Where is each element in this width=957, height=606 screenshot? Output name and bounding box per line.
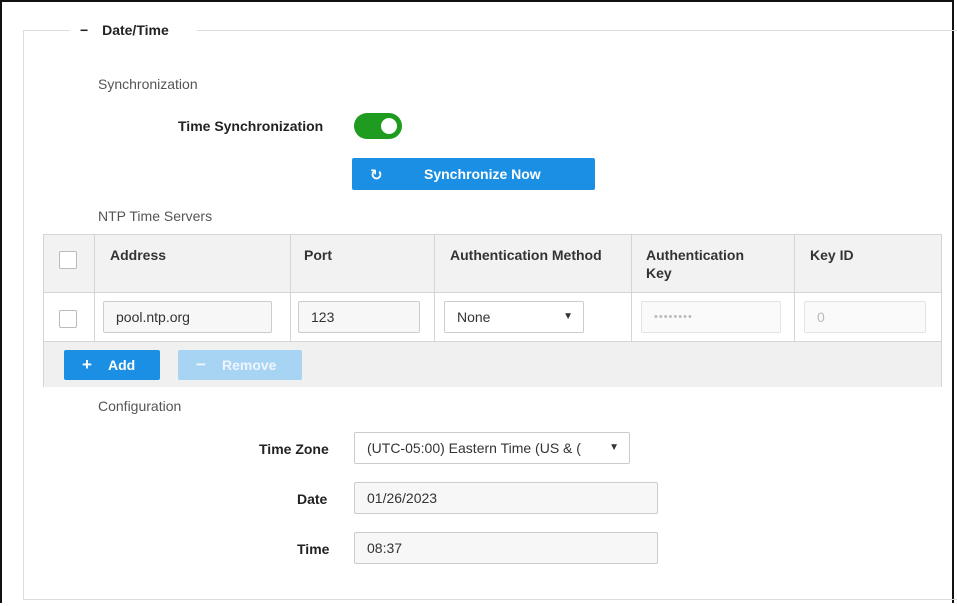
configuration-heading: Configuration [98, 398, 182, 414]
date-label: Date [297, 491, 328, 507]
chevron-down-icon: ▼ [563, 311, 573, 322]
ntp-servers-heading: NTP Time Servers [98, 208, 213, 224]
date-field[interactable]: 01/26/2023 [354, 482, 658, 514]
auth-key-input: •••••••• [641, 301, 781, 333]
time-sync-label: Time Synchronization [178, 118, 324, 134]
auth-method-value: None [457, 309, 491, 325]
section-title: Date/Time [102, 22, 169, 38]
time-sync-toggle[interactable] [354, 113, 402, 139]
table-footer: + Add − Remove [44, 341, 941, 387]
time-zone-label: Time Zone [259, 441, 329, 457]
auth-method-select[interactable]: None ▼ [444, 301, 584, 333]
row-checkbox[interactable] [59, 310, 77, 328]
column-auth-method: Authentication Method [450, 247, 602, 263]
refresh-icon: ↻ [370, 167, 383, 184]
remove-server-button: − Remove [178, 350, 302, 380]
column-port: Port [304, 247, 332, 263]
time-zone-select[interactable]: (UTC-05:00) Eastern Time (US & ( ▼ [354, 432, 630, 464]
toggle-knob [381, 118, 397, 134]
collapse-icon[interactable]: − [80, 22, 88, 38]
chevron-down-icon: ▼ [605, 433, 619, 463]
column-auth-key: Authentication Key [646, 247, 744, 281]
time-label: Time [297, 541, 330, 557]
port-input[interactable]: 123 [298, 301, 420, 333]
add-label: Add [108, 357, 136, 373]
plus-icon: + [82, 355, 92, 374]
remove-label: Remove [222, 357, 277, 373]
synchronize-now-button[interactable]: ↻ Synchronize Now [352, 158, 595, 190]
select-all-checkbox[interactable] [59, 251, 77, 269]
synchronize-now-label: Synchronize Now [424, 166, 541, 182]
ntp-server-table: Address Port Authentication Method Authe… [43, 234, 942, 387]
minus-icon: − [196, 355, 206, 374]
column-key-id: Key ID [810, 247, 854, 263]
column-address: Address [110, 247, 167, 263]
key-id-input: 0 [804, 301, 926, 333]
time-field[interactable]: 08:37 [354, 532, 658, 564]
time-zone-value: (UTC-05:00) Eastern Time (US & ( [367, 440, 581, 456]
table-header [44, 235, 941, 293]
add-server-button[interactable]: + Add [64, 350, 160, 380]
address-input[interactable]: pool.ntp.org [103, 301, 272, 333]
synchronization-heading: Synchronization [98, 76, 198, 92]
section-legend[interactable]: − Date/Time [70, 19, 197, 41]
